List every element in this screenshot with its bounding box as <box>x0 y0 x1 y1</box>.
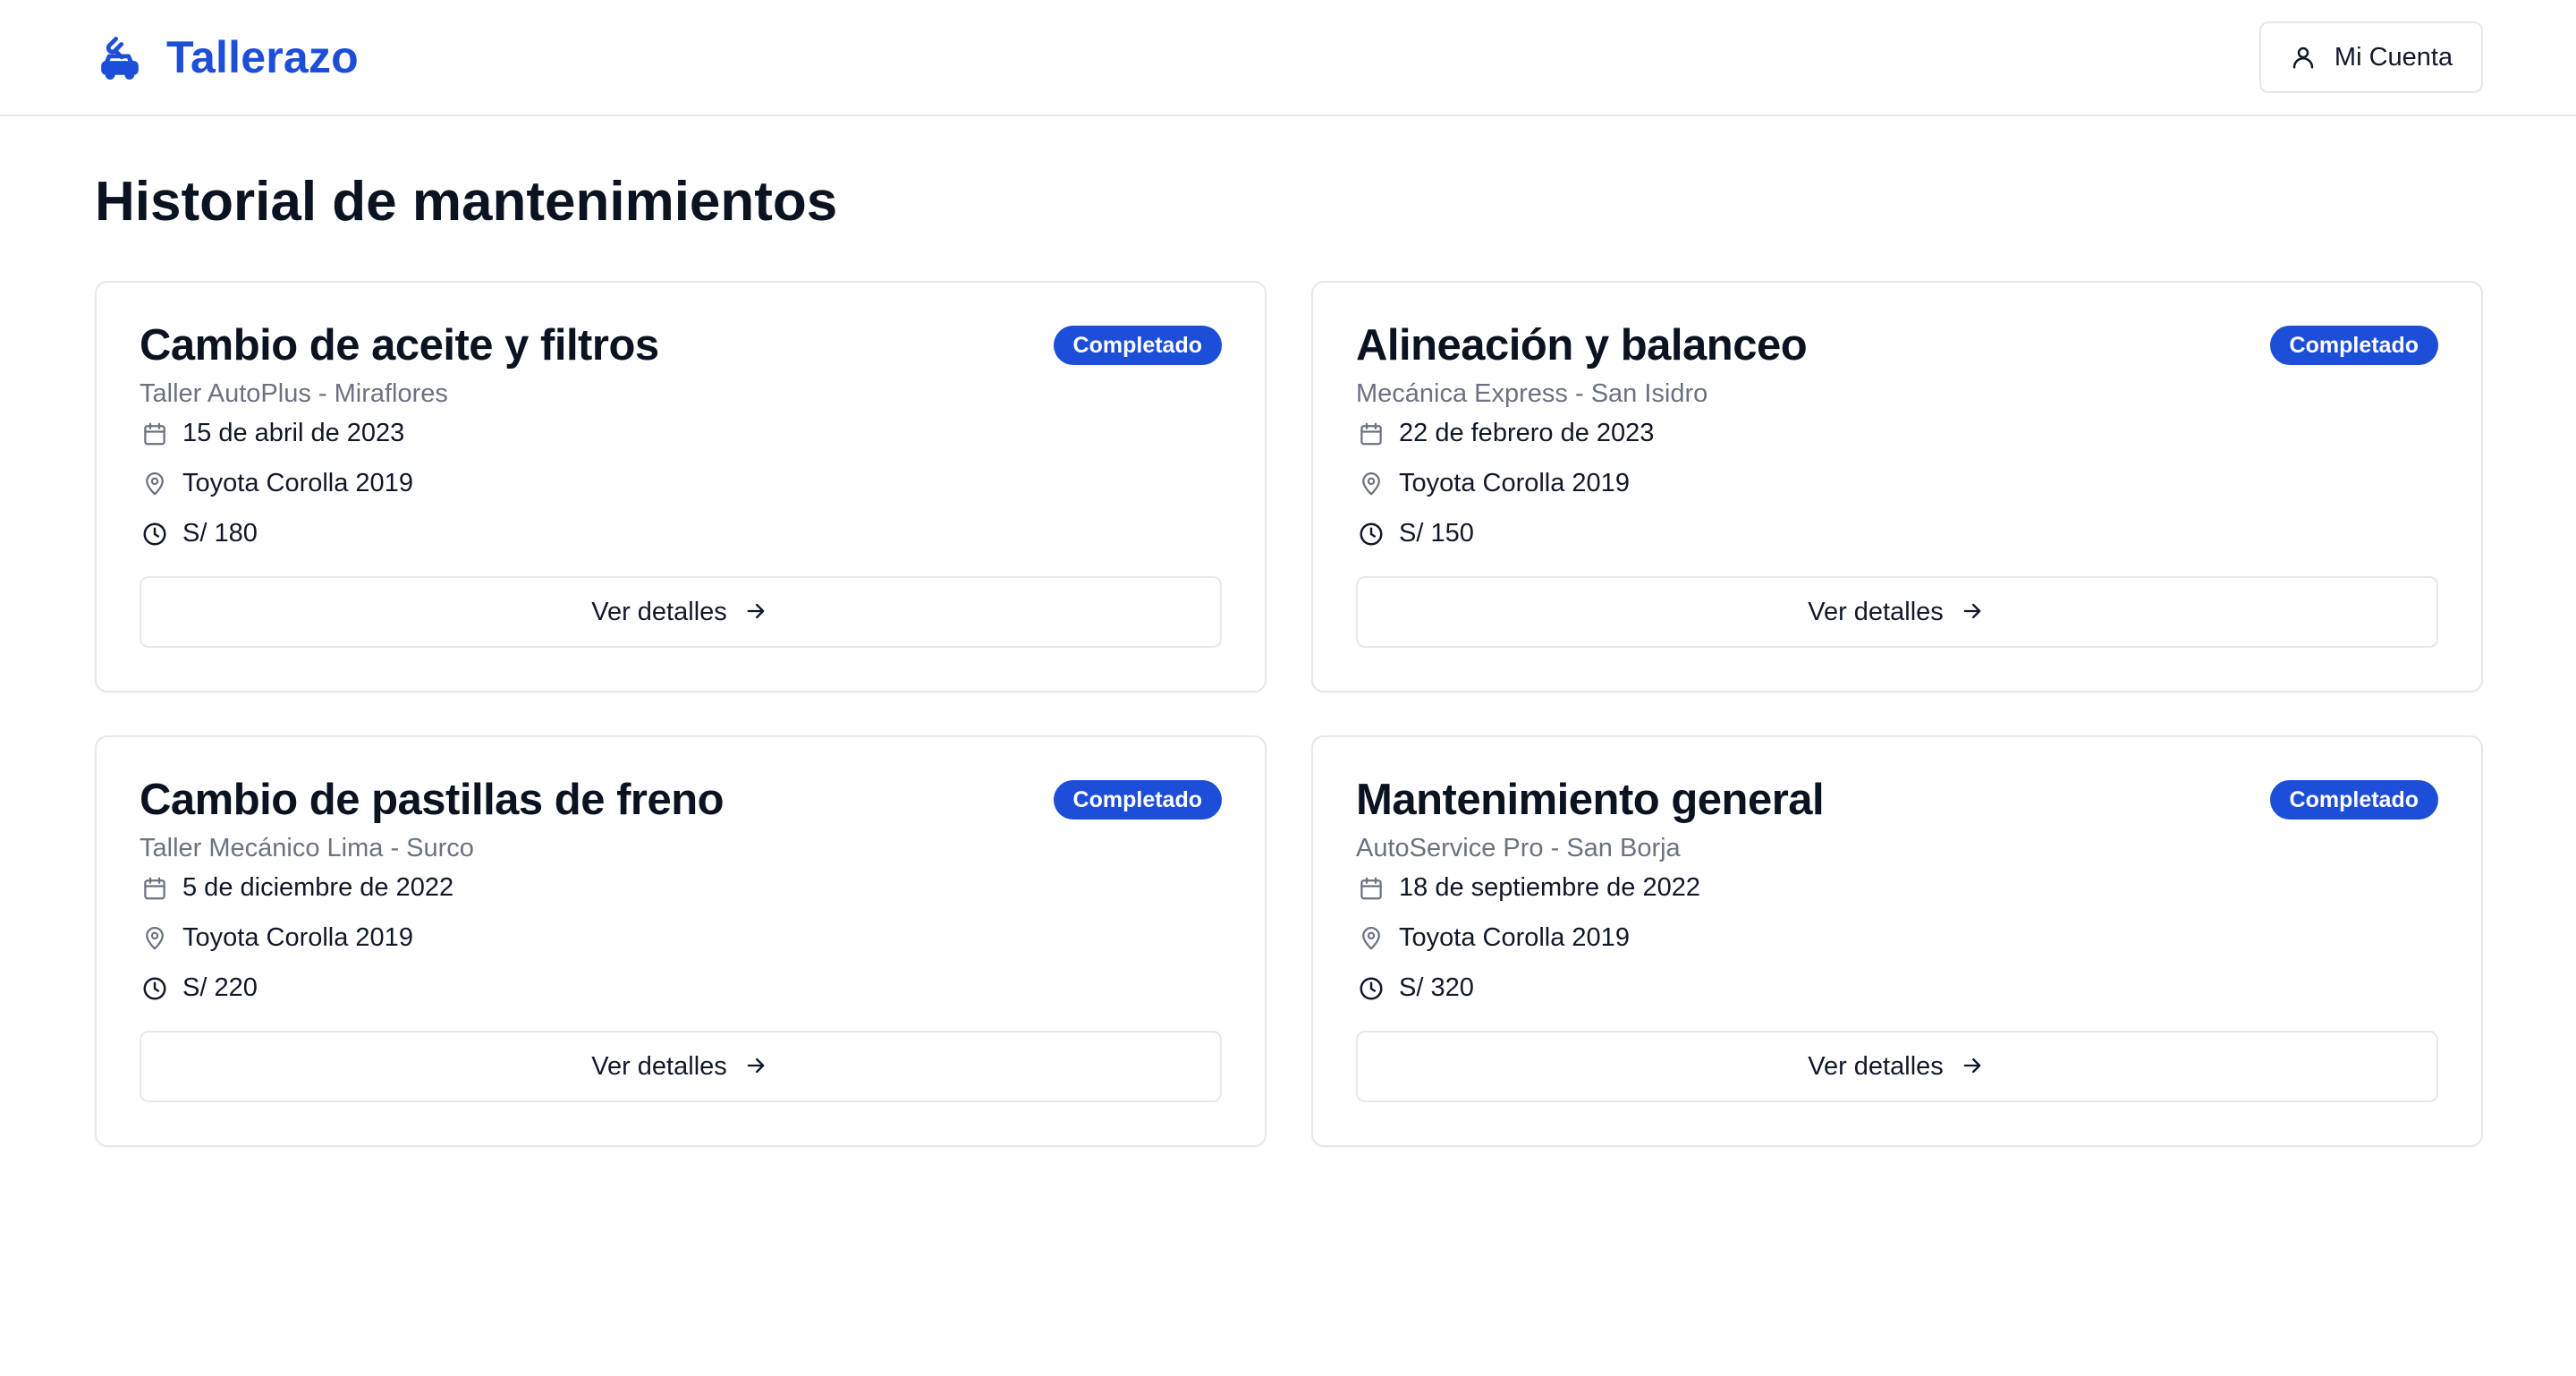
user-icon <box>2290 44 2317 71</box>
vehicle-row: Toyota Corolla 2019 <box>140 459 1222 509</box>
clock-icon <box>1356 973 1386 1004</box>
top-header: Tallerazo Mi Cuenta <box>0 0 2576 116</box>
status-badge: Completado <box>1053 326 1222 365</box>
vehicle-row: Toyota Corolla 2019 <box>1356 459 2438 509</box>
maintenance-card: Alineación y balanceo Completado Mecánic… <box>1311 281 2483 692</box>
view-details-label: Ver detalles <box>1808 1051 1944 1081</box>
vehicle-row: Toyota Corolla 2019 <box>140 913 1222 964</box>
date-row: 15 de abril de 2023 <box>140 409 1222 459</box>
clock-icon <box>1356 519 1386 549</box>
view-details-label: Ver detalles <box>591 1051 727 1081</box>
status-badge: Completado <box>2269 780 2438 820</box>
car-wrench-icon <box>97 34 143 81</box>
page-title: Historial de mantenimientos <box>95 171 838 233</box>
workshop-name: Taller Mecánico Lima - Surco <box>140 833 474 862</box>
date-row: 22 de febrero de 2023 <box>1356 409 2438 459</box>
cost-row: S/ 320 <box>1356 964 2438 1014</box>
service-cost: S/ 180 <box>182 519 258 548</box>
vehicle-name: Toyota Corolla 2019 <box>1399 469 1630 498</box>
vehicle-row: Toyota Corolla 2019 <box>1356 913 2438 964</box>
brand-logo[interactable]: Tallerazo <box>97 27 359 88</box>
service-cost: S/ 150 <box>1399 519 1474 548</box>
arrow-right-icon <box>1960 1053 1987 1080</box>
view-details-button[interactable]: Ver detalles <box>1356 576 2438 648</box>
arrow-right-icon <box>743 1053 770 1080</box>
calendar-icon <box>1356 419 1386 449</box>
status-badge: Completado <box>1053 780 1222 820</box>
service-date: 15 de abril de 2023 <box>182 419 405 448</box>
view-details-label: Ver detalles <box>591 597 727 626</box>
my-account-button[interactable]: Mi Cuenta <box>2259 21 2483 93</box>
vehicle-name: Toyota Corolla 2019 <box>182 469 413 498</box>
map-pin-icon <box>1356 923 1386 954</box>
vehicle-name: Toyota Corolla 2019 <box>1399 923 1630 953</box>
arrow-right-icon <box>1960 599 1987 625</box>
map-pin-icon <box>1356 469 1386 499</box>
maintenance-card: Cambio de aceite y filtros Completado Ta… <box>95 281 1267 692</box>
view-details-button[interactable]: Ver detalles <box>140 576 1222 648</box>
calendar-icon <box>140 419 170 449</box>
maintenance-card-grid: Cambio de aceite y filtros Completado Ta… <box>95 281 2483 1147</box>
cost-row: S/ 180 <box>140 509 1222 559</box>
date-row: 5 de diciembre de 2022 <box>140 863 1222 913</box>
view-details-button[interactable]: Ver detalles <box>140 1031 1222 1102</box>
view-details-label: Ver detalles <box>1808 597 1944 626</box>
cost-row: S/ 220 <box>140 964 1222 1014</box>
maintenance-card: Mantenimiento general Completado AutoSer… <box>1311 735 2483 1147</box>
my-account-label: Mi Cuenta <box>2334 42 2453 72</box>
clock-icon <box>140 973 170 1004</box>
workshop-name: AutoService Pro - San Borja <box>1356 833 1681 862</box>
service-cost: S/ 320 <box>1399 973 1474 1003</box>
cost-row: S/ 150 <box>1356 509 2438 559</box>
service-cost: S/ 220 <box>182 973 258 1003</box>
service-date: 18 de septiembre de 2022 <box>1399 873 1700 903</box>
workshop-name: Mecánica Express - San Isidro <box>1356 378 1708 408</box>
clock-icon <box>140 519 170 549</box>
date-row: 18 de septiembre de 2022 <box>1356 863 2438 913</box>
map-pin-icon <box>140 923 170 954</box>
map-pin-icon <box>140 469 170 499</box>
vehicle-name: Toyota Corolla 2019 <box>182 923 413 953</box>
brand-name: Tallerazo <box>166 32 359 82</box>
view-details-button[interactable]: Ver detalles <box>1356 1031 2438 1102</box>
calendar-icon <box>1356 873 1386 904</box>
workshop-name: Taller AutoPlus - Miraflores <box>140 378 448 408</box>
arrow-right-icon <box>743 599 770 625</box>
calendar-icon <box>140 873 170 904</box>
service-date: 5 de diciembre de 2022 <box>182 873 454 903</box>
service-date: 22 de febrero de 2023 <box>1399 419 1655 448</box>
status-badge: Completado <box>2269 326 2438 365</box>
maintenance-card: Cambio de pastillas de freno Completado … <box>95 735 1267 1147</box>
